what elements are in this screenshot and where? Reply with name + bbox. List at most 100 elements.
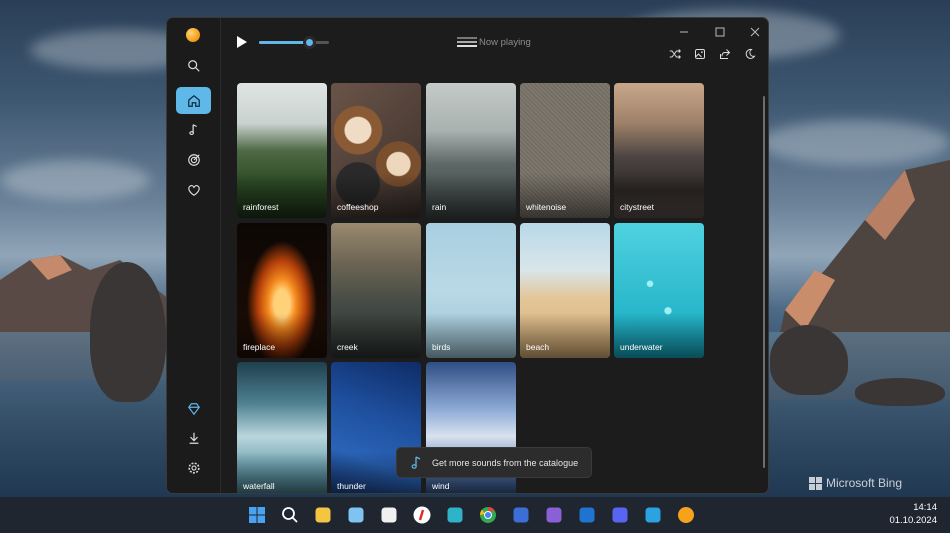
settings-icon	[187, 461, 200, 474]
walrus-far	[855, 378, 945, 406]
share-button[interactable]	[715, 44, 735, 64]
shuffle-button[interactable]	[665, 44, 685, 64]
taskbar-visual-studio-button[interactable]	[544, 505, 564, 525]
sound-label: birds	[432, 342, 451, 352]
app-logo-icon	[186, 28, 200, 42]
taskbar-search-button[interactable]	[280, 505, 300, 525]
sidebar-premium[interactable]	[176, 395, 211, 422]
sidebar-focus[interactable]	[176, 146, 211, 173]
taskbar-yandex-browser-button[interactable]	[412, 505, 432, 525]
taskbar-discord-button[interactable]	[610, 505, 630, 525]
discord-icon	[612, 507, 628, 523]
maximize-button[interactable]	[705, 22, 735, 42]
target-icon	[187, 153, 200, 166]
taskbar-outlook-button[interactable]	[577, 505, 597, 525]
sound-tile-whitenoise[interactable]: whitenoise	[520, 83, 610, 218]
sound-label: waterfall	[243, 481, 275, 491]
sound-tile-creek[interactable]: creek	[331, 223, 421, 358]
share-icon	[720, 49, 731, 59]
edge-icon	[447, 507, 463, 523]
clock-time: 14:14	[913, 502, 937, 513]
taskbar-store-button[interactable]	[379, 505, 399, 525]
sidebar-search[interactable]	[176, 52, 211, 79]
walrus-left	[90, 262, 166, 402]
bing-logo-icon	[808, 476, 822, 490]
sound-tile-waterfall[interactable]: waterfall	[237, 362, 327, 493]
sound-tile-fireplace[interactable]: fireplace	[237, 223, 327, 358]
floppy-app-icon	[513, 507, 529, 523]
sound-tile-beach[interactable]: beach	[520, 223, 610, 358]
taskbar-floppy-app-button[interactable]	[511, 505, 531, 525]
bing-label: Microsoft Bing	[825, 476, 902, 490]
sidebar-home[interactable]	[176, 87, 211, 114]
volume-thumb[interactable]	[303, 36, 317, 49]
sound-label: thunder	[337, 481, 366, 491]
taskbar-start-button[interactable]	[247, 505, 267, 525]
sound-tile-coffeeshop[interactable]: coffeeshop	[331, 83, 421, 218]
moon-icon	[745, 48, 756, 59]
sound-label: fireplace	[243, 342, 276, 352]
sidebar-wellbeing[interactable]	[176, 176, 211, 203]
sound-label: rain	[432, 202, 447, 212]
sound-label: wind	[432, 481, 450, 491]
file-explorer-icon	[315, 507, 331, 523]
sidebar	[167, 18, 221, 493]
taskbar-sound-app-button[interactable]	[676, 505, 696, 525]
notepad-icon	[348, 507, 364, 523]
sound-tile-rainforest[interactable]: rainforest	[237, 83, 327, 218]
bing-watermark: Microsoft Bing	[808, 476, 902, 490]
sound-label: coffeeshop	[337, 202, 379, 212]
soundscape-app-window: Now playing rainforest coffeeshop rain whit…	[166, 17, 769, 494]
sound-tile-citystreet[interactable]: citystreet	[614, 83, 704, 218]
taskbar-edge-button[interactable]	[445, 505, 465, 525]
sound-label: beach	[526, 342, 550, 352]
now-playing-label: Now playing	[479, 36, 531, 48]
taskbar-chrome-button[interactable]	[478, 505, 498, 525]
scrollbar[interactable]	[763, 96, 765, 468]
image-icon	[695, 49, 705, 59]
minimize-button[interactable]	[669, 22, 699, 42]
start-icon	[249, 507, 265, 523]
sound-app-icon	[678, 507, 694, 523]
shuffle-icon	[669, 49, 681, 59]
sound-grid: rainforest coffeeshop rain whitenoise cityst…	[221, 68, 768, 493]
visual-studio-icon	[546, 507, 562, 523]
catalogue-button[interactable]: Get more sounds from the catalogue	[396, 447, 592, 478]
taskbar-telegram-button[interactable]	[643, 505, 663, 525]
sound-label: citystreet	[620, 202, 655, 212]
taskbar-file-explorer-button[interactable]	[313, 505, 333, 525]
now-playing-indicator[interactable]: Now playing	[457, 36, 531, 48]
sidebar-music[interactable]	[176, 116, 211, 143]
minimize-icon	[680, 31, 688, 33]
sound-tile-birds[interactable]: birds	[426, 223, 516, 358]
taskbar-notepad-button[interactable]	[346, 505, 366, 525]
close-button[interactable]	[740, 22, 768, 42]
sleep-timer-button[interactable]	[740, 44, 760, 64]
store-icon	[381, 507, 397, 523]
yandex-browser-icon	[413, 506, 431, 524]
catalogue-label: Get more sounds from the catalogue	[432, 457, 579, 468]
title-bar: Now playing	[221, 18, 768, 68]
sound-label: whitenoise	[526, 202, 567, 212]
music-note-icon	[188, 123, 197, 135]
diamond-icon	[187, 402, 200, 415]
download-icon	[189, 432, 198, 444]
sound-tile-rain[interactable]: rain	[426, 83, 516, 218]
volume-slider[interactable]	[259, 36, 329, 49]
telegram-icon	[645, 507, 661, 523]
sound-tile-underwater[interactable]: underwater	[614, 223, 704, 358]
background-image-button[interactable]	[690, 44, 710, 64]
sidebar-settings[interactable]	[176, 454, 211, 481]
close-icon	[750, 27, 760, 37]
now-playing-icon	[457, 36, 477, 48]
chrome-icon	[479, 506, 496, 523]
sidebar-downloads[interactable]	[176, 424, 211, 451]
play-icon[interactable]	[233, 34, 249, 50]
sound-label: rainforest	[243, 202, 279, 212]
outlook-icon	[579, 507, 595, 523]
home-icon	[187, 94, 200, 107]
sound-label: creek	[337, 342, 358, 352]
heart-leaf-icon	[187, 184, 200, 196]
system-clock[interactable]: 14:14 01.10.2024	[889, 501, 937, 527]
music-note-icon	[411, 455, 421, 469]
